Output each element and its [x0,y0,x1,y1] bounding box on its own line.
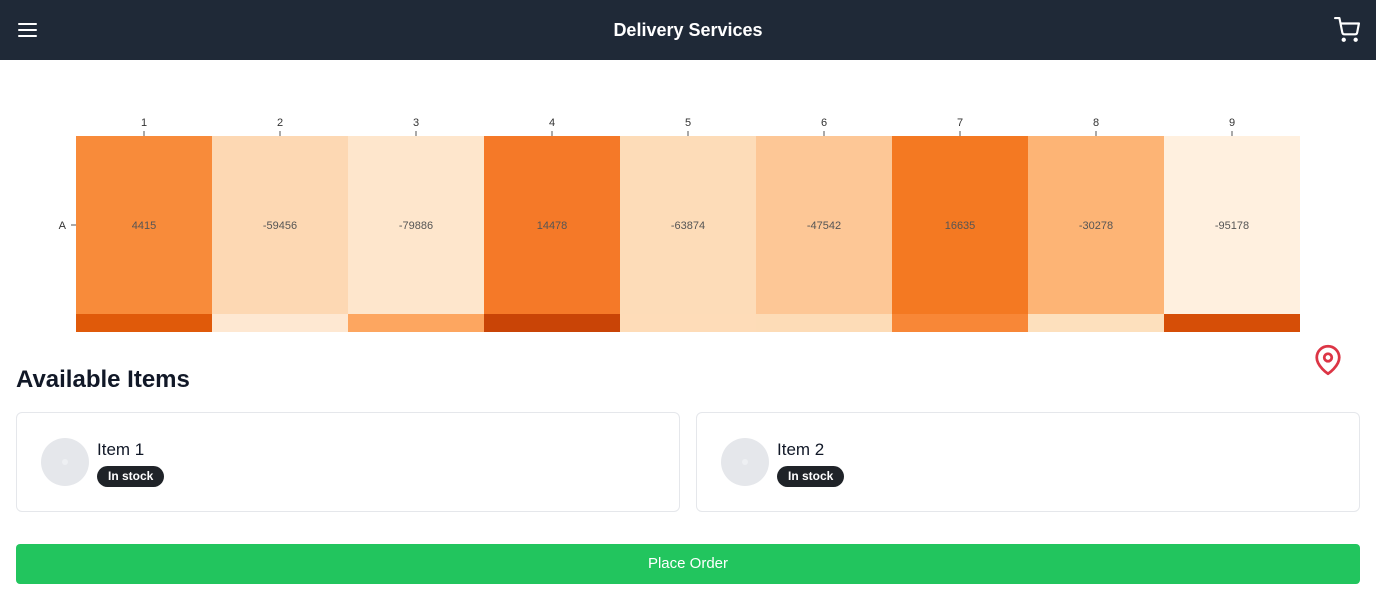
x-tick-label: 6 [821,117,827,129]
item-name: Item 2 [777,440,825,459]
item-card[interactable]: Item 2 In stock [696,412,1360,512]
cell-value-label: -79886 [399,220,433,232]
x-tick-label: 3 [413,117,419,129]
heatmap-chart: 1 4415 2 -59456 3 -79886 4 14478 5 -63874 6 -47542 7… [59,117,1300,332]
cell-value-label: -63874 [671,220,705,232]
available-items-heading: Available Items [16,366,190,393]
status-badge: In stock [97,466,165,487]
item-image-placeholder [721,438,769,486]
heatmap-strip-cell [76,314,212,332]
delivery-heatmap: 1 4415 2 -59456 3 -79886 4 14478 5 -63874 6 -47542 7… [0,60,1376,376]
heatmap-strip-cell [756,314,892,332]
y-tick-label: A [59,220,67,232]
heatmap-strip-cell [892,314,1028,332]
item-image-placeholder [41,438,89,486]
cell-value-label: -95178 [1215,220,1249,232]
heatmap-strip-cell [1164,314,1300,332]
item-name: Item 1 [97,440,145,459]
cell-value-label: 14478 [537,220,568,232]
x-tick-label: 2 [277,117,283,129]
heatmap-strip-cell [1028,314,1164,332]
item-card[interactable]: Item 1 In stock [16,412,680,512]
status-badge: In stock [777,466,845,487]
x-tick-label: 4 [549,117,555,129]
x-tick-label: 7 [957,117,963,129]
cell-value-label: 4415 [132,220,156,232]
cell-value-label: -59456 [263,220,297,232]
heatmap-strip-cell [348,314,484,332]
page-title: Delivery Services [613,20,763,40]
cell-value-label: -47542 [807,220,841,232]
x-tick-label: 1 [141,117,147,129]
shopping-cart-icon[interactable] [1334,17,1360,43]
x-tick-label: 9 [1229,117,1235,129]
x-tick-label: 5 [685,117,691,129]
map-pin-icon[interactable] [1313,344,1343,376]
cell-value-label: 16635 [945,220,976,232]
x-tick-label: 8 [1093,117,1099,129]
heatmap-strip-cell [212,314,348,332]
heatmap-strip-cell [620,314,756,332]
heatmap-strip-cell [484,314,620,332]
top-navigation-bar: Delivery Services [0,0,1376,60]
place-order-button[interactable]: Place Order [16,544,1360,584]
cell-value-label: -30278 [1079,220,1113,232]
